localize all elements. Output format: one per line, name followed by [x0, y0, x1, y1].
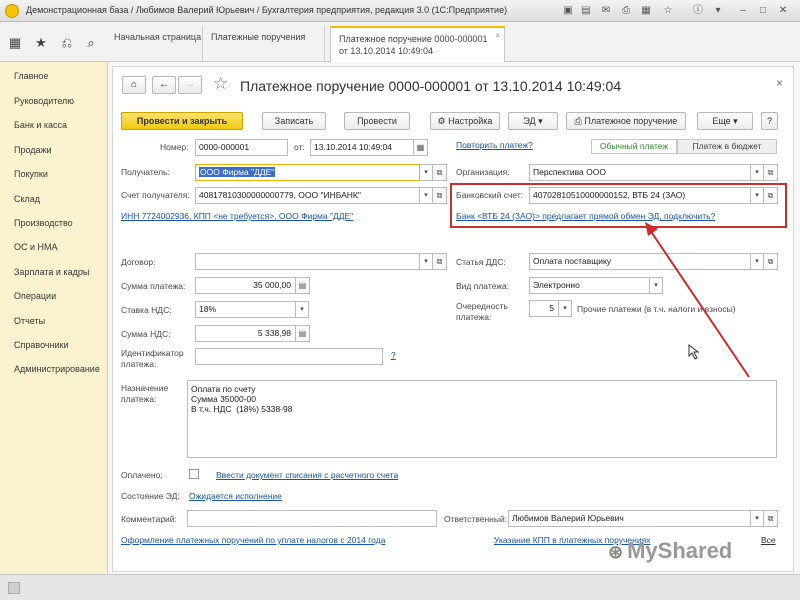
status-bar [0, 574, 800, 600]
watermark: ⊛ MyShared [608, 538, 732, 564]
watermark-logo-icon: ⊛ [608, 542, 624, 562]
watermark-text: MyShared [627, 538, 733, 563]
mouse-cursor-icon [688, 344, 700, 360]
panel-toggle-icon[interactable] [8, 582, 20, 594]
annotation-arrow [645, 222, 750, 378]
